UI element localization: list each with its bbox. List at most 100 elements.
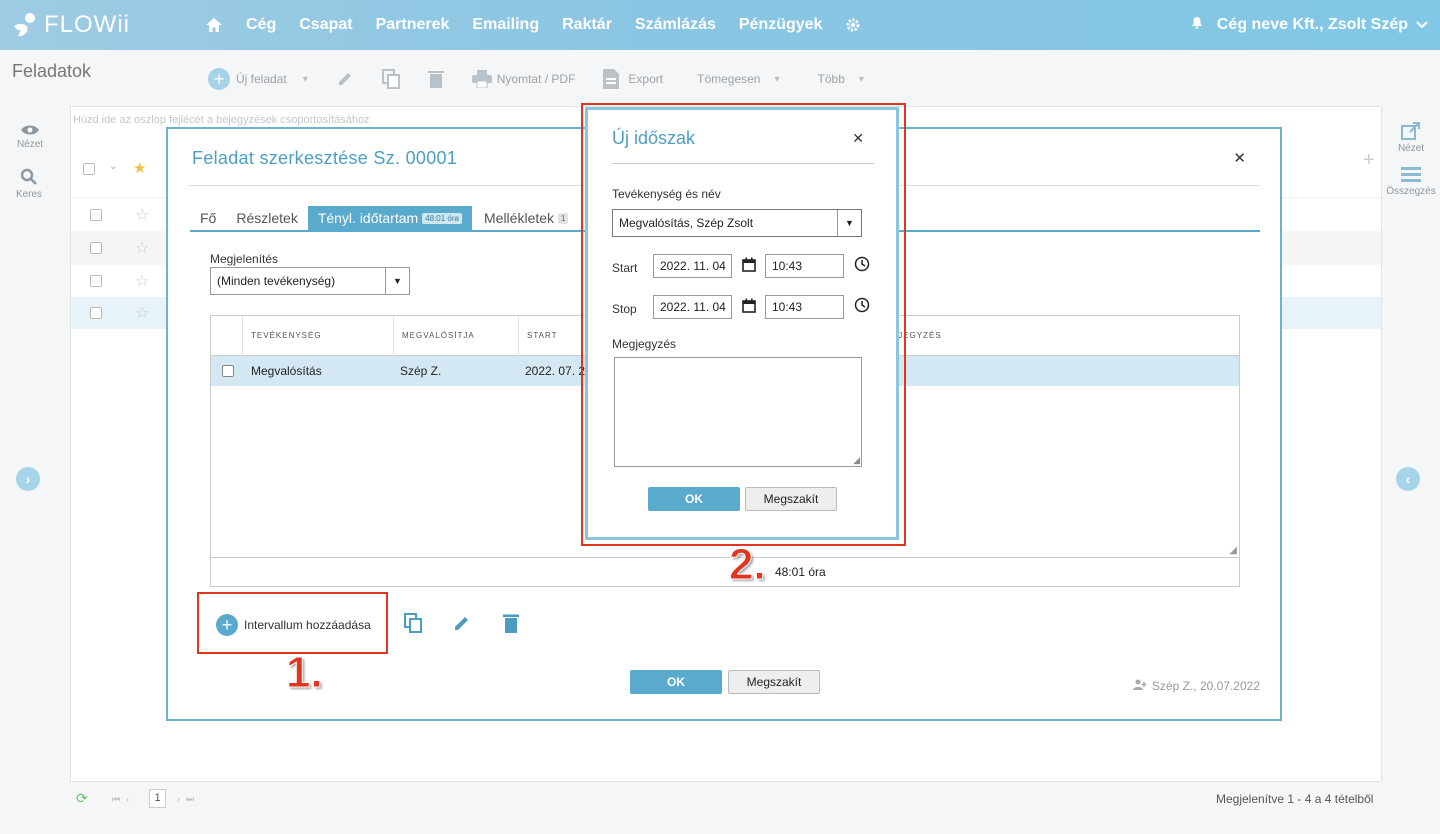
plus-circle-icon: + [208,68,230,90]
chevron-down-icon [1416,16,1428,34]
right-rail-view[interactable]: Nézet [1386,122,1436,154]
pager-status: Megjelenítve 1 - 4 a 4 tételből [1216,792,1374,806]
export-button[interactable]: Export [603,69,663,89]
new-task-button[interactable]: + Új feladat [208,68,287,90]
step1-label: 1. [286,648,324,698]
copy-icon[interactable] [381,69,400,89]
modal-title: Feladat szerkesztése Sz. 00001 [192,148,458,168]
nav-item-partners[interactable]: Partnerek [376,16,450,34]
gear-icon[interactable] [845,17,861,33]
bell-icon[interactable] [1191,16,1203,34]
close-icon[interactable]: ✕ [1233,149,1246,167]
display-select-value: (Minden tevékenység) [217,274,336,288]
tab-attachments-label: Mellékletek [484,210,555,226]
row-checkbox[interactable] [90,275,102,287]
group-by-hint: Húzd ide az oszlop fejlécét a bejegyzése… [73,114,370,126]
row-performer: Szép Z. [400,364,442,378]
trash-icon[interactable] [503,613,519,638]
created-by-text: Szép Z., 20.07.2022 [1151,679,1260,693]
tab-attachments[interactable]: Mellékletek 1 [472,206,578,230]
right-rail-summary-label: Összegzés [1386,186,1436,197]
caret-down-icon[interactable]: ▾ [303,74,308,85]
print-label: Nyomtat / PDF [496,72,576,86]
pencil-icon[interactable] [336,70,354,88]
pencil-icon[interactable] [453,614,471,637]
add-column-icon[interactable]: + [1363,149,1375,172]
pager-next-icons[interactable]: ›⏭ [177,794,200,805]
print-button[interactable]: Nyomtat / PDF [471,70,576,88]
export-label: Export [628,72,664,86]
star-icon[interactable]: ☆ [135,303,149,323]
more-label: Több [817,72,845,86]
highlight-box-step1 [197,592,388,654]
caret-down-icon: ▾ [858,73,864,85]
row-checkbox[interactable] [222,365,234,377]
copy-icon[interactable] [404,613,422,638]
nav-item-finance[interactable]: Pénzügyek [739,16,823,34]
printer-icon [471,70,492,88]
duration-badge: 48:01 óra [422,213,462,225]
new-task-label: Új feladat [236,72,287,86]
modal-cancel-button[interactable]: Megszakít [728,670,820,694]
expand-left-icon[interactable]: › [16,467,40,491]
top-navbar: FLOWii Cég Csapat Partnerek Emailing Rak… [0,0,1440,50]
user-plus-icon [1132,679,1147,693]
star-filter-icon[interactable]: ★ [133,159,146,177]
highlight-box-step2 [581,103,906,546]
pager-current-page[interactable]: 1 [149,789,166,808]
tab-actual-duration[interactable]: Tényl. időtartam 48:01 óra [307,206,472,230]
row-checkbox[interactable] [90,242,102,254]
logo-text: FLOWii [44,11,130,38]
display-select[interactable]: (Minden tevékenység) ▼ [210,267,410,295]
refresh-icon[interactable]: ⟳ [76,790,88,807]
row-checkbox[interactable] [90,307,102,319]
main-menu: Cég Csapat Partnerek Emailing Raktár Szá… [205,0,884,50]
row-activity: Megvalósítás [251,364,322,378]
nav-item-warehouse[interactable]: Raktár [562,16,612,34]
caret-down-icon: ▾ [774,73,780,85]
more-dropdown[interactable]: Több ▾ [818,72,864,86]
bulk-dropdown[interactable]: Tömegesen ▾ [697,72,779,86]
modal-ok-button[interactable]: OK [630,670,722,694]
table-footer: 48:01 óra [210,557,1240,587]
account-menu[interactable]: Cég neve Kft., Zsolt Szép [1191,0,1428,50]
header-checkbox-col [211,316,243,356]
nav-item-company[interactable]: Cég [246,16,276,34]
chevron-down-icon[interactable]: ⌄ [109,161,117,172]
tab-details[interactable]: Részletek [226,206,307,230]
star-icon[interactable]: ☆ [135,271,149,291]
external-link-icon [1401,122,1420,140]
resize-handle-icon[interactable]: ◢ [1229,545,1237,556]
right-rail-summary[interactable]: Összegzés [1386,167,1436,197]
account-name: Cég neve Kft., Zsolt Szép [1216,16,1408,33]
header-performer[interactable]: MEGVALÓSÍTJA [394,316,519,356]
nav-item-emailing[interactable]: Emailing [472,16,539,34]
page-title: Feladatok [12,61,92,81]
header-activity[interactable]: TEVÉKENYSÉG [243,316,394,356]
star-icon[interactable]: ☆ [135,238,149,258]
logo-icon [14,13,35,37]
left-rail-search[interactable]: Keres [4,168,54,200]
nav-item-team[interactable]: Csapat [299,16,352,34]
pager-prev-icons[interactable]: ⏮‹ [112,794,135,805]
left-rail-view[interactable]: Nézet [5,124,55,150]
tab-main[interactable]: Fő [190,206,226,230]
home-icon[interactable] [205,17,223,33]
star-icon[interactable]: ☆ [135,205,149,225]
file-export-icon [603,69,620,89]
created-by-meta: Szép Z., 20.07.2022 [1132,679,1260,693]
tab-actual-duration-label: Tényl. időtartam [317,210,419,226]
left-rail-view-label: Nézet [16,139,44,150]
expand-right-icon[interactable]: ‹ [1396,467,1420,491]
display-label: Megjelenítés [210,252,279,266]
row-checkbox[interactable] [90,209,102,221]
right-rail-view-label: Nézet [1397,143,1425,154]
trash-icon[interactable] [427,70,444,88]
eye-icon [21,125,39,135]
left-rail-search-label: Keres [15,189,43,200]
nav-item-invoicing[interactable]: Számlázás [635,16,716,34]
caret-down-icon: ▼ [385,268,409,294]
app-logo[interactable]: FLOWii [12,8,130,42]
step2-label: 2. [729,540,767,590]
select-all-checkbox[interactable] [83,163,95,175]
